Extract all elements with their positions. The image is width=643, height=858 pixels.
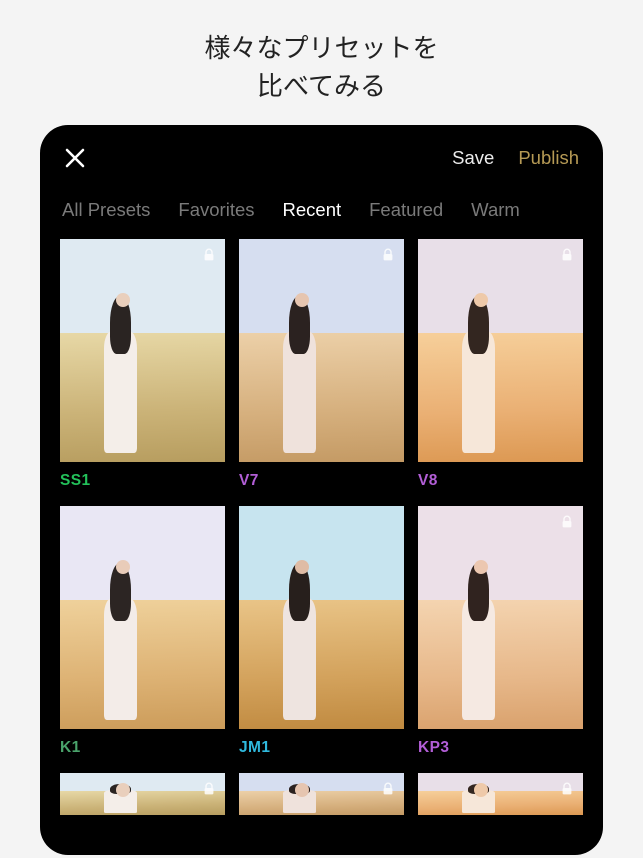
- thumb-figure: [90, 560, 149, 721]
- thumb-figure: [448, 783, 507, 813]
- preset-tile[interactable]: SS1: [60, 773, 225, 814]
- preset-thumbnail: [418, 773, 583, 814]
- tab-all-presets[interactable]: All Presets: [62, 199, 150, 221]
- preset-thumbnail: [60, 239, 225, 462]
- thumb-scene: [60, 239, 225, 462]
- preset-tile[interactable]: V7: [239, 239, 404, 490]
- thumb-figure: [269, 783, 328, 813]
- preset-thumbnail: [239, 239, 404, 462]
- tab-favorites[interactable]: Favorites: [178, 199, 254, 221]
- preset-thumbnail: [239, 773, 404, 814]
- category-tabs: All Presets Favorites Recent Featured Wa…: [40, 187, 603, 239]
- preset-tile[interactable]: V7: [239, 773, 404, 814]
- tab-warm[interactable]: Warm: [471, 199, 520, 221]
- app-frame: Save Publish All Presets Favorites Recen…: [40, 125, 603, 855]
- preset-thumbnail: [418, 506, 583, 729]
- thumb-figure: [269, 293, 328, 454]
- thumb-figure: [269, 560, 328, 721]
- lock-icon: [380, 247, 396, 263]
- preset-tile[interactable]: SS1: [60, 239, 225, 490]
- lock-icon: [201, 781, 217, 797]
- promo-line-2: 比べてみる: [257, 71, 386, 101]
- thumb-head: [474, 560, 488, 574]
- thumb-figure: [448, 293, 507, 454]
- thumb-scene: [60, 506, 225, 729]
- preset-grid: SS1 V7 V8 K1 JM1 KP3 SS1 V7 V8: [40, 239, 603, 834]
- preset-label: V8: [418, 472, 583, 490]
- thumb-head: [116, 560, 130, 574]
- preset-tile[interactable]: KP3: [418, 506, 583, 757]
- preset-tile[interactable]: V8: [418, 773, 583, 814]
- preset-thumbnail: [239, 506, 404, 729]
- preset-label: V7: [239, 472, 404, 490]
- thumb-scene: [418, 239, 583, 462]
- preset-tile[interactable]: K1: [60, 506, 225, 757]
- thumb-figure: [90, 783, 149, 813]
- thumb-figure: [448, 560, 507, 721]
- save-button[interactable]: Save: [452, 147, 494, 169]
- preset-tile[interactable]: JM1: [239, 506, 404, 757]
- thumb-figure: [90, 293, 149, 454]
- thumb-scene: [418, 506, 583, 729]
- tab-recent[interactable]: Recent: [283, 199, 342, 221]
- thumb-scene: [239, 506, 404, 729]
- lock-icon: [559, 781, 575, 797]
- lock-icon: [559, 514, 575, 530]
- preset-label: SS1: [60, 472, 225, 490]
- tab-featured[interactable]: Featured: [369, 199, 443, 221]
- close-icon[interactable]: [64, 147, 86, 169]
- lock-icon: [380, 781, 396, 797]
- preset-thumbnail: [418, 239, 583, 462]
- topbar: Save Publish: [40, 125, 603, 187]
- preset-label: K1: [60, 739, 225, 757]
- thumb-scene: [239, 239, 404, 462]
- promo-line-1: 様々なプリセットを: [204, 33, 438, 63]
- promo-title: 様々なプリセットを 比べてみる: [0, 0, 643, 125]
- lock-icon: [559, 247, 575, 263]
- lock-icon: [201, 247, 217, 263]
- publish-button[interactable]: Publish: [518, 147, 579, 169]
- thumb-head: [295, 560, 309, 574]
- preset-thumbnail: [60, 506, 225, 729]
- preset-thumbnail: [60, 773, 225, 814]
- preset-label: KP3: [418, 739, 583, 757]
- preset-tile[interactable]: V8: [418, 239, 583, 490]
- preset-label: JM1: [239, 739, 404, 757]
